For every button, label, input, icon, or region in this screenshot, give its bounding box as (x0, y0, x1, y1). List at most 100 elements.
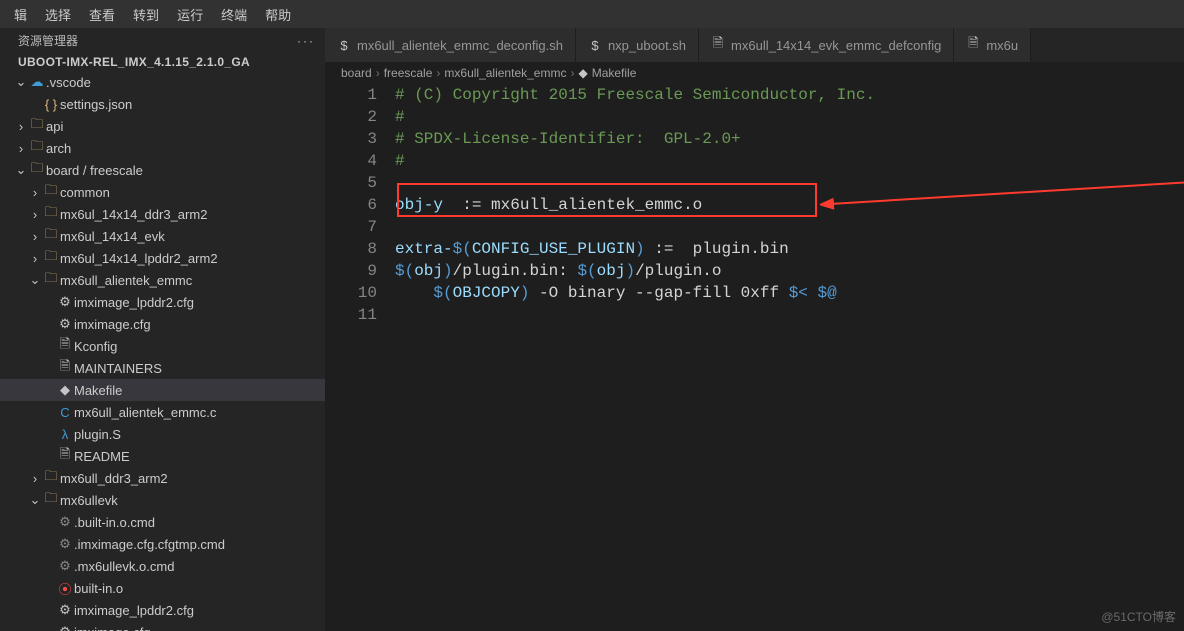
code-token: # (395, 152, 405, 170)
gear-icon: ⚙ (56, 294, 74, 310)
tree-row[interactable]: λplugin.S (0, 423, 325, 445)
code-line[interactable]: $(OBJCOPY) -O binary --gap-fill 0xff $< … (395, 282, 1184, 304)
chevron-right-icon: › (570, 66, 574, 80)
file-tree[interactable]: ⌄☁.vscode{ }settings.json›🗀api›🗀arch⌄🗀bo… (0, 71, 325, 631)
code-line[interactable]: # (395, 150, 1184, 172)
tree-row[interactable]: ›🗀mx6ul_14x14_evk (0, 225, 325, 247)
tree-row[interactable]: ◆Makefile (0, 379, 325, 401)
tree-row[interactable]: ›🗀mx6ul_14x14_lpddr2_arm2 (0, 247, 325, 269)
tree-row[interactable]: ⌄☁.vscode (0, 71, 325, 93)
folder-icon: 🗀 (42, 467, 60, 489)
tree-label: imximage.cfg (74, 625, 151, 631)
chevron-right-icon[interactable]: › (28, 229, 42, 244)
tree-row[interactable]: ›🗀common (0, 181, 325, 203)
breadcrumbs[interactable]: board›freescale›mx6ull_alientek_emmc›◆ M… (325, 62, 1184, 84)
chevron-right-icon[interactable]: › (28, 207, 42, 222)
code-token: $( (453, 240, 472, 258)
breadcrumb-item[interactable]: mx6ull_alientek_emmc (444, 66, 566, 80)
code-lines[interactable]: # (C) Copyright 2015 Freescale Semicondu… (395, 84, 1184, 631)
code-line[interactable] (395, 304, 1184, 326)
menu-item[interactable]: 转到 (125, 3, 167, 26)
chevron-down-icon[interactable]: ⌄ (14, 74, 28, 90)
tree-row[interactable]: ⚙.imximage.cfg.cfgtmp.cmd (0, 533, 325, 555)
project-name[interactable]: UBOOT-IMX-REL_IMX_4.1.15_2.1.0_GA (0, 53, 325, 71)
chevron-down-icon[interactable]: ⌄ (14, 162, 28, 178)
breadcrumb-item[interactable]: Makefile (592, 66, 637, 80)
menu-item[interactable]: 辑 (6, 3, 35, 26)
tree-label: mx6ul_14x14_ddr3_arm2 (60, 207, 207, 222)
code-token: obj (414, 262, 443, 280)
tree-row[interactable]: Cmx6ull_alientek_emmc.c (0, 401, 325, 423)
code-line[interactable]: extra-$(CONFIG_USE_PLUGIN) := plugin.bin (395, 238, 1184, 260)
menu-item[interactable]: 运行 (169, 3, 211, 26)
C-icon: C (56, 405, 74, 420)
menu-item[interactable]: 选择 (37, 3, 79, 26)
breadcrumb-item[interactable]: board (341, 66, 372, 80)
breadcrumb-item[interactable]: freescale (384, 66, 433, 80)
menu-item[interactable]: 帮助 (257, 3, 299, 26)
tree-row[interactable]: ⌄🗀board / freescale (0, 159, 325, 181)
code-editor[interactable]: 1234567891011 # (C) Copyright 2015 Frees… (325, 84, 1184, 631)
tree-row[interactable]: 🗎README (0, 445, 325, 467)
code-token: OBJCOPY (453, 284, 520, 302)
code-line[interactable]: # (C) Copyright 2015 Freescale Semicondu… (395, 84, 1184, 106)
code-line[interactable]: obj-y := mx6ull_alientek_emmc.o (395, 194, 1184, 216)
chevron-right-icon[interactable]: › (28, 251, 42, 266)
tree-row[interactable]: ⌄🗀mx6ull_alientek_emmc (0, 269, 325, 291)
editor-tab[interactable]: $nxp_uboot.sh (576, 28, 699, 62)
chevron-right-icon[interactable]: › (28, 185, 42, 200)
tree-row[interactable]: ⚙imximage.cfg (0, 313, 325, 335)
tree-row[interactable]: ⚙.built-in.o.cmd (0, 511, 325, 533)
dot-icon: ⦿ (56, 579, 74, 598)
folder-icon: 🗀 (28, 159, 46, 181)
tree-row[interactable]: ⦿built-in.o (0, 577, 325, 599)
tree-row[interactable]: ›🗀api (0, 115, 325, 137)
code-line[interactable] (395, 216, 1184, 238)
menu-item[interactable]: 终端 (213, 3, 255, 26)
code-line[interactable]: # SPDX-License-Identifier: GPL-2.0+ (395, 128, 1184, 150)
tree-row[interactable]: ⚙.mx6ullevk.o.cmd (0, 555, 325, 577)
code-token (808, 284, 818, 302)
editor-area: $mx6ull_alientek_emmc_deconfig.sh$nxp_ub… (325, 28, 1184, 631)
menu-item[interactable]: 查看 (81, 3, 123, 26)
gear-icon: ⚙ (56, 602, 74, 618)
code-token: CONFIG_USE_PLUGIN (472, 240, 635, 258)
tree-row[interactable]: ›🗀arch (0, 137, 325, 159)
line-number-gutter: 1234567891011 (325, 84, 395, 631)
tree-label: board / freescale (46, 163, 143, 178)
file-icon: 🗎 (711, 34, 725, 56)
chevron-down-icon[interactable]: ⌄ (28, 272, 42, 288)
editor-tab[interactable]: $mx6ull_alientek_emmc_deconfig.sh (325, 28, 576, 62)
folder-icon: 🗀 (42, 225, 60, 247)
code-token: extra- (395, 240, 453, 258)
tree-label: arch (46, 141, 71, 156)
code-token: /plugin.bin: (453, 262, 578, 280)
explorer-more-icon[interactable]: ··· (297, 34, 315, 48)
tree-row[interactable]: ›🗀mx6ull_ddr3_arm2 (0, 467, 325, 489)
tree-label: .built-in.o.cmd (74, 515, 155, 530)
tree-row[interactable]: ›🗀mx6ul_14x14_ddr3_arm2 (0, 203, 325, 225)
code-line[interactable]: $(obj)/plugin.bin: $(obj)/plugin.o (395, 260, 1184, 282)
tree-row[interactable]: 🗎Kconfig (0, 335, 325, 357)
chevron-right-icon[interactable]: › (14, 141, 28, 156)
editor-tab[interactable]: 🗎mx6ull_14x14_evk_emmc_defconfig (699, 28, 954, 62)
tree-row[interactable]: ⚙imximage_lpddr2.cfg (0, 291, 325, 313)
code-token: $( (433, 284, 452, 302)
editor-tab[interactable]: 🗎mx6u (954, 28, 1031, 62)
gear-icon: ⚙ (56, 624, 74, 631)
chevron-right-icon[interactable]: › (14, 119, 28, 134)
code-token: ) (635, 240, 645, 258)
code-line[interactable] (395, 172, 1184, 194)
line-number: 7 (325, 216, 377, 238)
code-line[interactable]: # (395, 106, 1184, 128)
tree-row[interactable]: ⚙imximage.cfg (0, 621, 325, 631)
chevron-right-icon[interactable]: › (28, 471, 42, 486)
code-token: ) (443, 262, 453, 280)
tree-label: imximage_lpddr2.cfg (74, 295, 194, 310)
code-token: $( (395, 262, 414, 280)
tree-row[interactable]: ⚙imximage_lpddr2.cfg (0, 599, 325, 621)
tree-row[interactable]: ⌄🗀mx6ullevk (0, 489, 325, 511)
tree-row[interactable]: { }settings.json (0, 93, 325, 115)
chevron-down-icon[interactable]: ⌄ (28, 492, 42, 508)
tree-row[interactable]: 🗎MAINTAINERS (0, 357, 325, 379)
